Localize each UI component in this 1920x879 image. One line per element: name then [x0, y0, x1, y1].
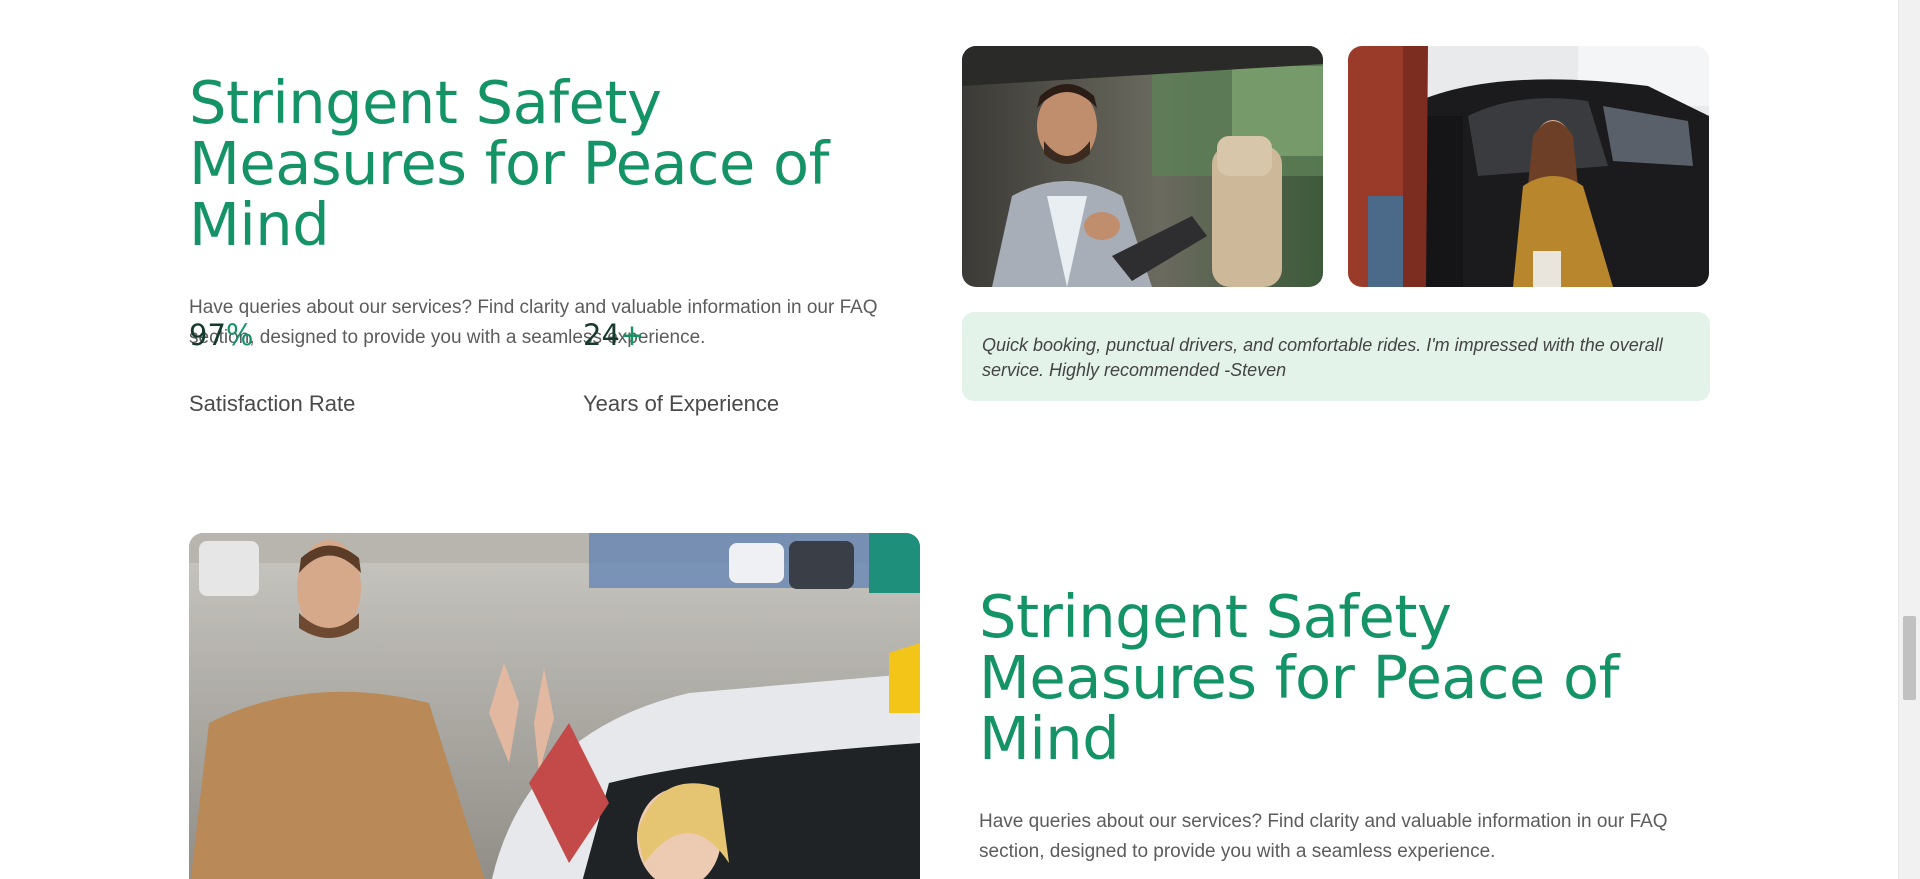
vertical-scrollbar[interactable]	[1898, 0, 1920, 879]
scrollbar-thumb[interactable]	[1903, 616, 1916, 700]
stat-label: Years of Experience	[583, 391, 780, 416]
stat-suffix: +	[619, 318, 645, 352]
section-description: Have queries about our services? Find cl…	[979, 811, 1668, 862]
stat-number: 24	[583, 318, 620, 352]
stat-value: 24+	[583, 315, 883, 355]
safety-section-text: Stringent Safety Measures for Peace of M…	[189, 72, 924, 353]
section-heading: Stringent Safety Measures for Peace of M…	[979, 582, 1619, 773]
photo-businessman-in-car	[962, 46, 1323, 287]
stat-label: Satisfaction Rate	[189, 391, 356, 416]
section-heading: Stringent Safety Measures for Peace of M…	[189, 68, 829, 259]
woman-exiting-car-illustration	[1348, 46, 1709, 287]
photo-high-five-taxi	[189, 533, 920, 879]
stats-row: 97% Satisfaction Rate 24+ Years of Exper…	[189, 315, 924, 416]
safety-section-text-2: Stringent Safety Measures for Peace of M…	[979, 586, 1714, 867]
businessman-photo-illustration	[962, 46, 1323, 287]
testimonial-text: Quick booking, punctual drivers, and com…	[982, 335, 1663, 380]
stat-experience: 24+ Years of Experience	[583, 315, 883, 419]
stat-number: 97	[189, 318, 226, 352]
photo-woman-exiting-car	[1348, 46, 1709, 287]
stat-satisfaction: 97% Satisfaction Rate	[189, 315, 489, 419]
page: Stringent Safety Measures for Peace of M…	[0, 0, 1920, 879]
testimonial-card: Quick booking, punctual drivers, and com…	[962, 312, 1710, 401]
stat-suffix: %	[225, 318, 254, 352]
stat-value: 97%	[189, 315, 489, 355]
high-five-taxi-illustration	[189, 533, 920, 879]
